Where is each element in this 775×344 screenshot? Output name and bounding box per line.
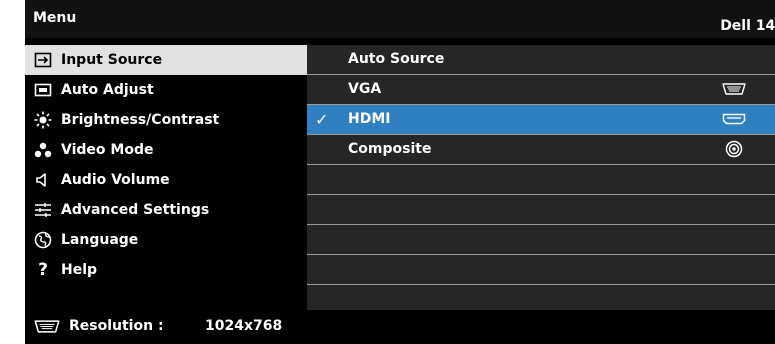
projector-model: Dell 145	[720, 18, 775, 34]
menu-item-label: Advanced Settings	[61, 202, 210, 218]
check-icon: ✓	[315, 110, 329, 129]
menu-title: Menu	[33, 10, 77, 26]
menu-item-brightness-contrast[interactable]: Brightness/Contrast	[25, 105, 307, 135]
menu-item-label: Help	[61, 262, 98, 278]
menu-item-video-mode[interactable]: Video Mode	[25, 135, 307, 165]
help-icon: ?	[38, 260, 48, 280]
source-option-label: Auto Source	[348, 51, 445, 67]
menu-item-label: Audio Volume	[61, 172, 170, 188]
vga-port-icon	[33, 319, 61, 338]
osd-header: Menu Dell 145	[25, 0, 775, 38]
globe-icon	[33, 225, 53, 255]
source-option-label: Composite	[348, 141, 432, 157]
menu-item-label: Auto Adjust	[61, 82, 154, 98]
menu-item-help[interactable]: ? Help	[25, 255, 307, 285]
menu-item-audio-volume[interactable]: Audio Volume	[25, 165, 307, 195]
source-option-vga[interactable]: VGA	[307, 75, 775, 105]
main-menu: Input Source Auto Adjust Brightness/Cont…	[25, 45, 307, 285]
menu-item-label: Brightness/Contrast	[61, 112, 220, 128]
menu-item-advanced-settings[interactable]: Advanced Settings	[25, 195, 307, 225]
vga-port-icon	[719, 79, 749, 99]
source-option-composite[interactable]: Composite	[307, 135, 775, 165]
brightness-icon	[33, 105, 53, 135]
empty-row	[307, 225, 775, 255]
video-mode-icon	[33, 135, 53, 165]
menu-item-label: Language	[61, 232, 139, 248]
source-option-label: VGA	[348, 81, 382, 97]
speaker-icon	[33, 165, 53, 195]
empty-row	[307, 255, 775, 285]
input-source-icon	[33, 45, 53, 75]
source-option-hdmi[interactable]: ✓ HDMI	[307, 105, 775, 135]
menu-item-auto-adjust[interactable]: Auto Adjust	[25, 75, 307, 105]
source-option-label: HDMI	[348, 111, 391, 127]
sliders-icon	[33, 195, 53, 225]
resolution-label: Resolution :	[69, 318, 164, 334]
input-source-panel: Auto Source VGA ✓ HDMI Composite	[307, 45, 775, 310]
hdmi-port-icon	[719, 109, 749, 129]
menu-item-label: Input Source	[61, 52, 163, 68]
source-option-auto-source[interactable]: Auto Source	[307, 45, 775, 75]
osd-window: Menu Dell 145 Input Source Auto Adjust B…	[25, 0, 775, 344]
auto-adjust-icon	[33, 75, 53, 105]
menu-item-label: Video Mode	[61, 142, 154, 158]
empty-row	[307, 165, 775, 195]
menu-item-language[interactable]: Language	[25, 225, 307, 255]
resolution-value: 1024x768	[205, 318, 283, 334]
empty-row	[307, 195, 775, 225]
composite-port-icon	[719, 139, 749, 159]
status-bar: Resolution : 1024x768	[25, 310, 775, 344]
menu-item-input-source[interactable]: Input Source	[25, 45, 307, 75]
